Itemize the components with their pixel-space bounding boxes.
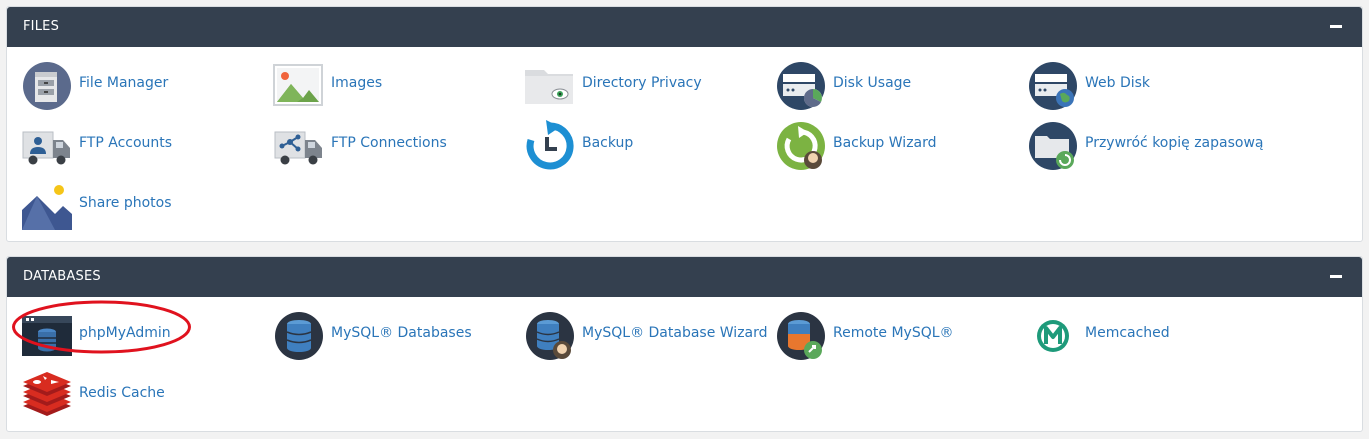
files-panel: FILES File Manager Images Directory Priv…	[6, 6, 1363, 242]
files-panel-title: FILES	[23, 19, 60, 34]
remote-mysql-link[interactable]: Remote MySQL®	[775, 310, 1015, 362]
images-label: Images	[331, 75, 383, 91]
backup-wizard-label: Backup Wizard	[833, 135, 937, 151]
phpmyadmin-label: phpMyAdmin	[79, 325, 171, 341]
share-photos-link[interactable]: Share photos	[21, 180, 261, 232]
backup-label: Backup	[582, 135, 634, 151]
mysql-databases-link[interactable]: MySQL® Databases	[273, 310, 513, 362]
mysql-wizard-link[interactable]: MySQL® Database Wizard	[524, 310, 768, 362]
web-disk-icon	[1027, 60, 1079, 112]
disk-usage-link[interactable]: Disk Usage	[775, 60, 1015, 112]
databases-collapse-icon[interactable]	[1330, 275, 1342, 278]
images-icon	[273, 60, 325, 112]
restore-backup-label: Przywróć kopię zapasową	[1085, 135, 1264, 151]
redis-cache-link[interactable]: Redis Cache	[21, 370, 261, 422]
ftp-connections-icon	[273, 120, 325, 172]
remote-mysql-icon	[775, 310, 827, 362]
share-photos-label: Share photos	[79, 195, 172, 211]
ftp-connections-link[interactable]: FTP Connections	[273, 120, 513, 172]
ftp-connections-label: FTP Connections	[331, 135, 447, 151]
redis-cache-label: Redis Cache	[79, 385, 165, 401]
restore-backup-icon	[1027, 120, 1079, 172]
backup-link[interactable]: Backup	[524, 120, 764, 172]
redis-cache-icon	[21, 370, 73, 422]
remote-mysql-label: Remote MySQL®	[833, 325, 954, 341]
backup-wizard-icon	[775, 120, 827, 172]
images-link[interactable]: Images	[273, 60, 513, 112]
phpmyadmin-link[interactable]: phpMyAdmin	[21, 310, 261, 362]
databases-panel-header[interactable]: DATABASES	[7, 257, 1362, 297]
memcached-link[interactable]: Memcached	[1027, 310, 1267, 362]
mysql-wizard-label: MySQL® Database Wizard	[582, 325, 768, 341]
file-manager-label: File Manager	[79, 75, 169, 91]
restore-backup-link[interactable]: Przywróć kopię zapasową	[1027, 120, 1267, 172]
backup-wizard-link[interactable]: Backup Wizard	[775, 120, 1015, 172]
directory-privacy-icon	[524, 60, 576, 112]
file-manager-icon	[21, 60, 73, 112]
databases-panel: DATABASES phpMyAdmin MySQL® Databases My…	[6, 256, 1363, 432]
files-collapse-icon[interactable]	[1330, 25, 1342, 28]
web-disk-label: Web Disk	[1085, 75, 1151, 91]
disk-usage-label: Disk Usage	[833, 75, 912, 91]
ftp-accounts-icon	[21, 120, 73, 172]
disk-usage-icon	[775, 60, 827, 112]
ftp-accounts-label: FTP Accounts	[79, 135, 173, 151]
directory-privacy-link[interactable]: Directory Privacy	[524, 60, 764, 112]
share-photos-icon	[21, 180, 73, 232]
ftp-accounts-link[interactable]: FTP Accounts	[21, 120, 261, 172]
file-manager-link[interactable]: File Manager	[21, 60, 261, 112]
backup-icon	[524, 120, 576, 172]
web-disk-link[interactable]: Web Disk	[1027, 60, 1267, 112]
mysql-wizard-icon	[524, 310, 576, 362]
memcached-icon	[1027, 310, 1079, 362]
memcached-label: Memcached	[1085, 325, 1170, 341]
mysql-databases-icon	[273, 310, 325, 362]
files-panel-header[interactable]: FILES	[7, 7, 1362, 47]
databases-panel-title: DATABASES	[23, 269, 101, 284]
directory-privacy-label: Directory Privacy	[582, 75, 702, 91]
phpmyadmin-icon	[21, 310, 73, 362]
mysql-databases-label: MySQL® Databases	[331, 325, 472, 341]
